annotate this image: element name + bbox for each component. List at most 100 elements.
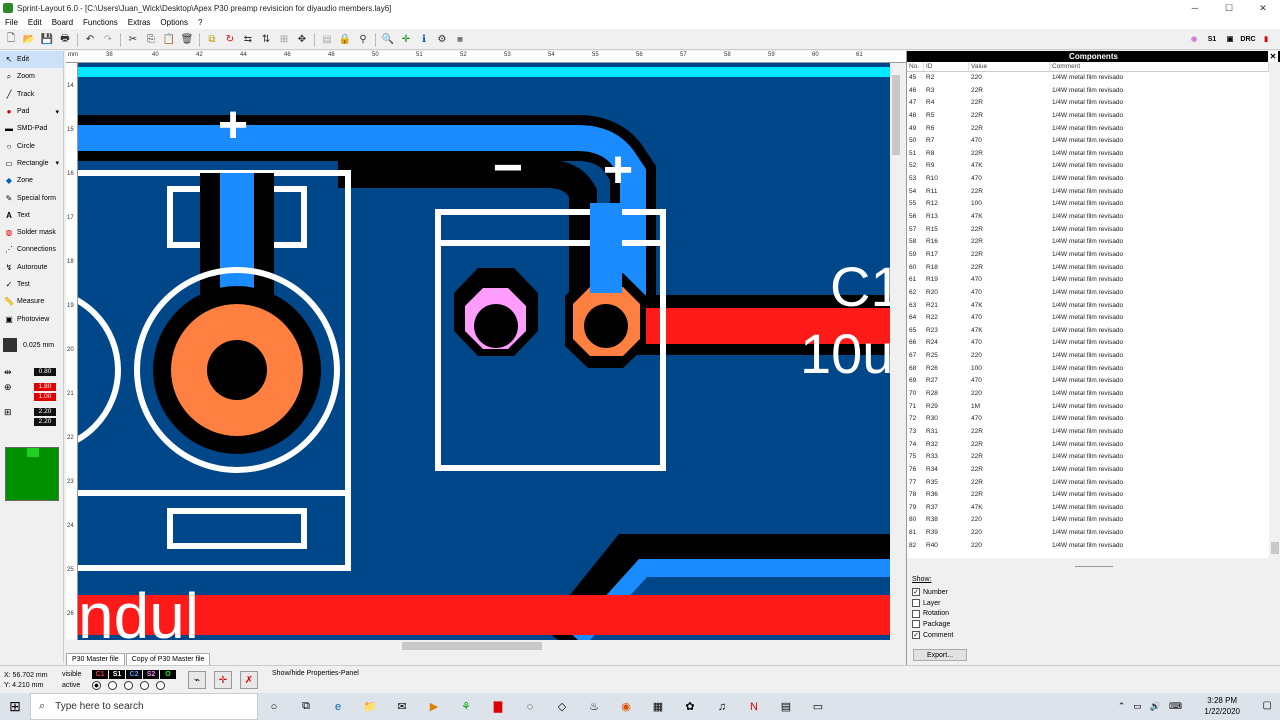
cut-icon[interactable]: ✂ [126, 33, 140, 47]
taskbar-search[interactable]: ⌕ Type here to search [30, 693, 258, 720]
canvas-horizontal-scrollbar[interactable] [78, 640, 890, 652]
cortana-icon[interactable]: ○ [258, 693, 290, 720]
export-button[interactable]: Export... [913, 649, 967, 661]
align-icon[interactable]: ⊞ [277, 33, 291, 47]
table-row[interactable]: 56 R13 47K 1/4W metal film revisado [907, 211, 1269, 224]
active-radio-s2[interactable] [140, 681, 149, 690]
track-red-bottom[interactable] [78, 595, 890, 635]
table-row[interactable]: 60 R18 22R 1/4W metal film revisado [907, 262, 1269, 275]
scroll-thumb[interactable] [892, 75, 900, 155]
redo-icon[interactable]: ↷ [101, 33, 115, 47]
network-icon[interactable]: ▭ [1133, 701, 1142, 712]
tool-track[interactable]: ╱ Track [0, 86, 63, 103]
app-icon[interactable]: ▤ [770, 693, 802, 720]
table-row[interactable]: 65 R23 47K 1/4W metal film revisado [907, 325, 1269, 338]
volume-icon[interactable]: 🔊 [1150, 701, 1161, 712]
tab-copy-p30-master[interactable]: Copy of P30 Master file [125, 653, 211, 665]
tool-zone[interactable]: ◆ Zone [0, 172, 63, 189]
table-row[interactable]: 74 R32 22R 1/4W metal film revisado [907, 439, 1269, 452]
menu-options[interactable]: Options [155, 18, 193, 27]
menu-edit[interactable]: Edit [23, 18, 47, 27]
mail-icon[interactable]: ✉ [386, 693, 418, 720]
show-option-layer[interactable]: Layer [912, 598, 953, 609]
crosshair-icon[interactable]: ✛ [399, 33, 413, 47]
column-header-comment[interactable]: Comment [1050, 62, 1269, 71]
checkbox[interactable]: ✓ [912, 631, 920, 640]
app-icon[interactable]: ✿ [674, 693, 706, 720]
crosshair-icon[interactable]: ✛ [214, 671, 232, 689]
zoom-icon[interactable]: 🔍 [381, 33, 395, 47]
group-icon[interactable]: ▤ [320, 33, 334, 47]
paste-icon[interactable]: 📋 [162, 33, 176, 47]
chevron-up-icon[interactable]: ⌃ [1118, 701, 1126, 712]
meter-app-icon[interactable]: ▇ [482, 693, 514, 720]
taskbar-clock[interactable]: 3:28 PM 1/22/2020 [1204, 695, 1240, 717]
checkbox[interactable] [912, 599, 920, 608]
app-icon[interactable]: ♫ [706, 693, 738, 720]
show-option-package[interactable]: Package [912, 619, 953, 630]
table-row[interactable]: 81 R39 220 1/4W metal film revisado [907, 527, 1269, 540]
table-row[interactable]: 71 R29 1M 1/4W metal film revisado [907, 401, 1269, 414]
open-file-icon[interactable]: 📂 [22, 33, 36, 47]
dropdown-arrow-icon[interactable]: ▾ [55, 159, 59, 167]
tab-p30-master[interactable]: P30 Master file [66, 653, 125, 665]
column-header-value[interactable]: Value [969, 62, 1050, 71]
mirror-h-icon[interactable]: ⇆ [241, 33, 255, 47]
tool-smd-pad[interactable]: ▬ SMD-Pad [0, 120, 63, 137]
app-icon[interactable]: ▭ [802, 693, 834, 720]
active-radio-o[interactable] [156, 681, 165, 690]
table-row[interactable]: 63 R21 47K 1/4W metal film revisado [907, 300, 1269, 313]
layer-s1[interactable]: S1 [109, 670, 125, 679]
pad-inner-value[interactable]: 1.00 [34, 393, 56, 401]
app-icon[interactable]: ◇ [546, 693, 578, 720]
dropdown-arrow-icon[interactable]: ▾ [55, 108, 59, 116]
pcb-canvas[interactable]: + − + C1 10u ndul [78, 63, 890, 640]
component-icon[interactable]: ⚲ [356, 33, 370, 47]
table-row[interactable]: 51 R8 22R 1/4W metal film revisado [907, 148, 1269, 161]
active-radio-c1[interactable] [92, 681, 101, 690]
panel-splitter[interactable] [1075, 566, 1113, 567]
table-row[interactable]: 80 R38 220 1/4W metal film revisado [907, 514, 1269, 527]
pcb-drawing[interactable]: + − + C1 10u ndul [78, 63, 890, 640]
column-header-no[interactable]: No. [907, 62, 924, 71]
table-row[interactable]: 50 R7 470 1/4W metal film revisado [907, 135, 1269, 148]
table-row[interactable]: 67 R25 220 1/4W metal film revisado [907, 350, 1269, 363]
layer-o[interactable]: O [160, 670, 176, 679]
macro-icon[interactable]: ◉ [1186, 32, 1202, 46]
file-explorer-icon[interactable]: 📁 [354, 693, 386, 720]
properties-panel-icon[interactable]: ▣ [1222, 32, 1238, 46]
track-vertical[interactable] [590, 203, 622, 293]
track-width-field[interactable]: ⇹ 0.80 [4, 367, 60, 377]
tool-autoroute[interactable]: ↯ Autoroute [0, 259, 63, 276]
show-option-comment[interactable]: ✓ Comment [912, 630, 953, 641]
tool-circle[interactable]: ○ Circle [0, 137, 63, 154]
table-row[interactable]: 53 R10 470 1/4W metal film revisado [907, 173, 1269, 186]
tool-zoom[interactable]: ⌕ Zoom [0, 68, 63, 85]
table-row[interactable]: 58 R16 22R 1/4W metal film revisado [907, 236, 1269, 249]
table-row[interactable]: 66 R24 470 1/4W metal film revisado [907, 337, 1269, 350]
rubberband-icon[interactable]: ✗ [240, 671, 258, 689]
edge-icon[interactable]: e [322, 693, 354, 720]
language-icon[interactable]: ⌨ [1169, 701, 1182, 712]
task-view-icon[interactable]: ⧉ [290, 693, 322, 720]
table-row[interactable]: 82 R40 220 1/4W metal film revisado [907, 540, 1269, 553]
netflix-icon[interactable]: N [738, 693, 770, 720]
track-width-value[interactable]: 0.80 [34, 368, 56, 376]
components-scrollbar[interactable] [1269, 62, 1280, 558]
table-row[interactable]: 48 R5 22R 1/4W metal film revisado [907, 110, 1269, 123]
table-row[interactable]: 52 R9 47K 1/4W metal film revisado [907, 160, 1269, 173]
component-panel-icon[interactable]: ▮ [1258, 32, 1274, 46]
snap-icon[interactable]: ✥ [295, 33, 309, 47]
table-row[interactable]: 79 R37 47K 1/4W metal film revisado [907, 502, 1269, 515]
lock-icon[interactable]: 🔒 [338, 33, 352, 47]
grid-selector[interactable]: 0.025 mm [3, 338, 54, 352]
panel-close-icon[interactable]: ✕ [1268, 51, 1278, 62]
table-row[interactable]: 55 R12 100 1/4W metal film revisado [907, 198, 1269, 211]
menu-board[interactable]: Board [47, 18, 78, 27]
tool-pad[interactable]: ● Pad ▾ [0, 103, 63, 120]
close-button[interactable]: ✕ [1246, 0, 1280, 16]
tool-edit[interactable]: ↖ Edit [0, 51, 63, 69]
tool-special-form[interactable]: ✎ Special form [0, 189, 63, 206]
duplicate-icon[interactable]: ⧉ [205, 33, 219, 47]
sprint-layout-icon[interactable]: ⚘ [450, 693, 482, 720]
